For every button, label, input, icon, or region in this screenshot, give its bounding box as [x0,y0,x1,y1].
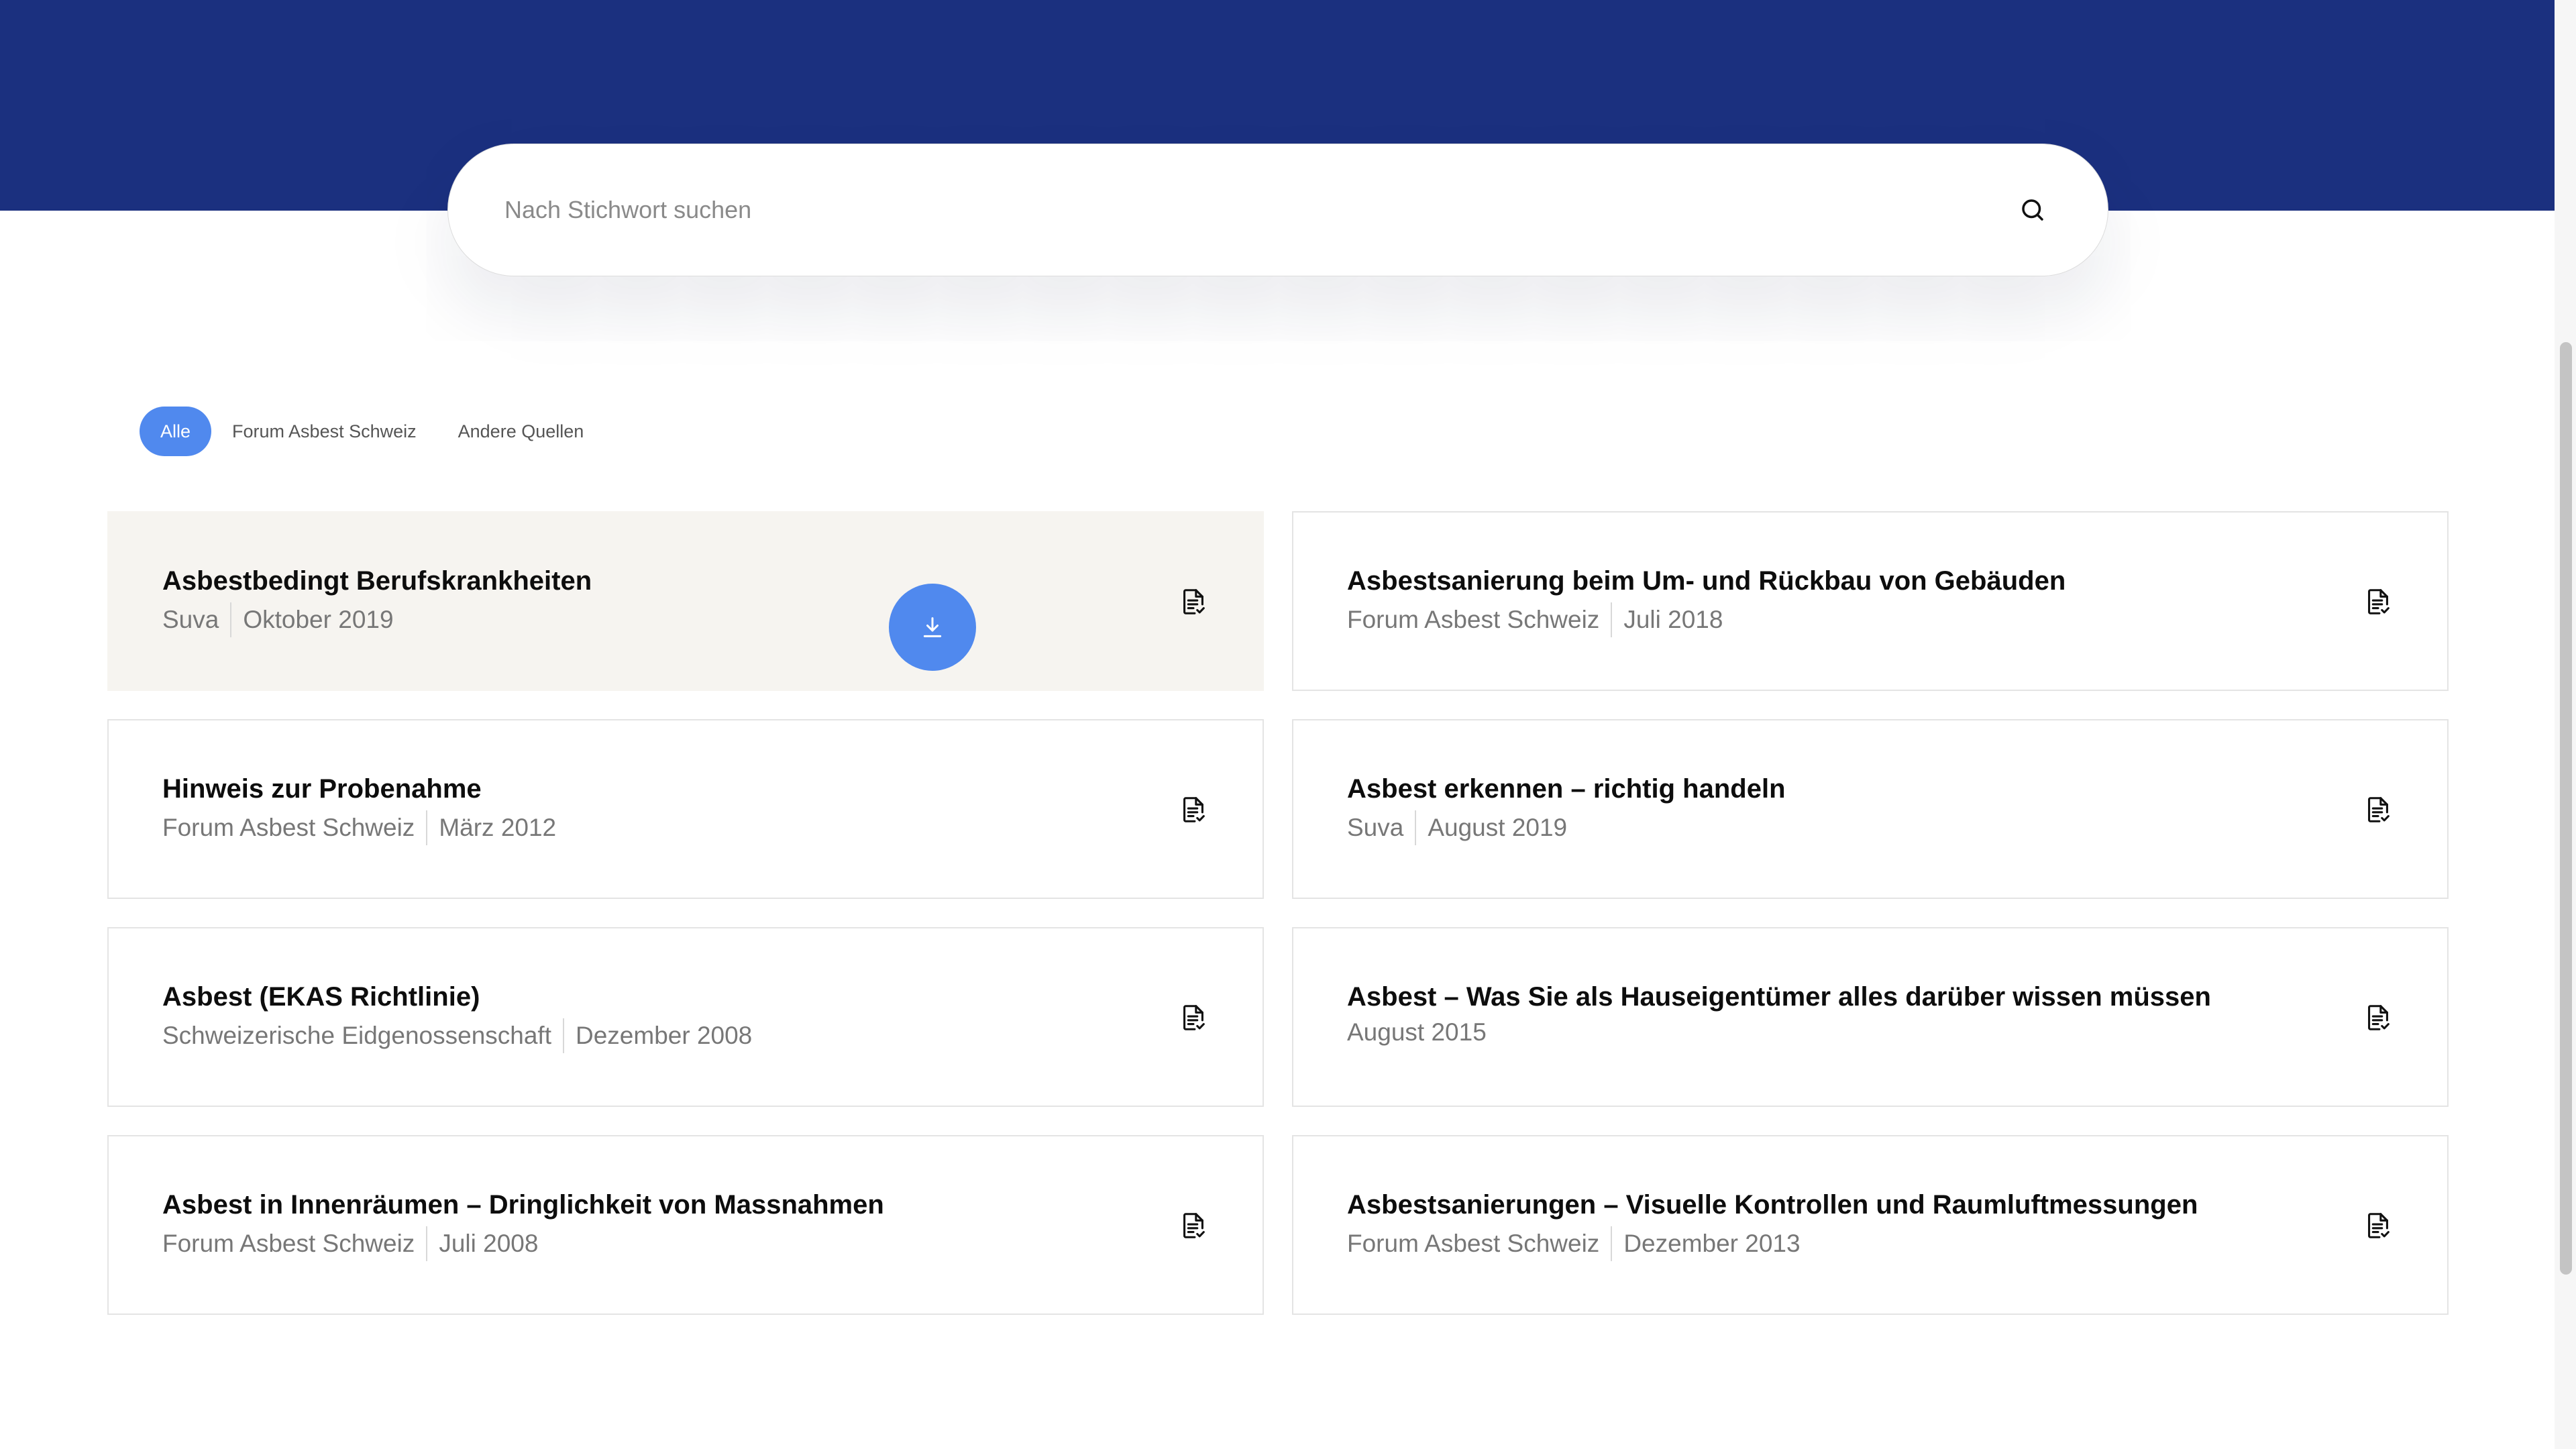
document-title: Asbest (EKAS Richtlinie) [162,982,480,1012]
document-title: Asbestsanierungen – Visuelle Kontrollen … [1347,1190,2198,1220]
document-date: Oktober 2019 [243,606,394,633]
document-date: August 2019 [1428,814,1568,841]
document-card[interactable]: Asbest – Was Sie als Hauseigentümer alle… [1292,927,2449,1107]
meta-divider [563,1018,564,1053]
document-meta: Schweizerische Eidgenossenschaft Dezembe… [162,1018,752,1053]
document-meta: Forum Asbest Schweiz Juli 2008 [162,1226,538,1261]
document-card[interactable]: Asbestsanierung beim Um- und Rückbau von… [1292,511,2449,691]
document-title: Hinweis zur Probenahme [162,774,482,804]
document-title: Asbest – Was Sie als Hauseigentümer alle… [1347,982,2211,1012]
document-meta: Suva Oktober 2019 [162,602,394,637]
document-card[interactable]: Asbestbedingt Berufskrankheiten Suva Okt… [107,511,1264,691]
document-date: Juli 2008 [439,1230,539,1257]
document-card[interactable]: Asbest in Innenräumen – Dringlichkeit vo… [107,1135,1264,1315]
filter-tabs: Alle Forum Asbest Schweiz Andere Quellen [140,407,604,456]
download-button[interactable] [889,584,976,671]
filter-forum-asbest-schweiz[interactable]: Forum Asbest Schweiz [211,407,437,456]
document-title: Asbest in Innenräumen – Dringlichkeit vo… [162,1190,884,1220]
scrollbar-track[interactable] [2555,0,2576,1449]
document-icon [2368,1213,2390,1238]
meta-divider [1611,602,1613,637]
document-icon [1183,797,1205,822]
document-meta: Forum Asbest Schweiz März 2012 [162,810,556,845]
document-title: Asbest erkennen – richtig handeln [1347,774,1786,804]
document-meta: Forum Asbest Schweiz Dezember 2013 [1347,1226,1801,1261]
search-bar [447,144,2108,276]
search-button[interactable] [2012,190,2053,230]
document-meta: Suva August 2019 [1347,810,1567,845]
document-title: Asbestsanierung beim Um- und Rückbau von… [1347,566,2066,596]
scrollbar-thumb[interactable] [2560,342,2572,1275]
document-source: Suva [162,606,219,633]
meta-divider [1611,1226,1613,1261]
document-icon [1183,1213,1205,1238]
document-card[interactable]: Asbestsanierungen – Visuelle Kontrollen … [1292,1135,2449,1315]
document-icon [2368,589,2390,614]
document-card[interactable]: Asbest (EKAS Richtlinie) Schweizerische … [107,927,1264,1107]
filter-andere-quellen[interactable]: Andere Quellen [437,407,605,456]
document-date: Dezember 2013 [1623,1230,1801,1257]
document-source: Forum Asbest Schweiz [1347,1230,1600,1257]
document-icon [1183,1005,1205,1030]
document-icon [2368,797,2390,822]
filter-all[interactable]: Alle [140,407,212,456]
document-source: Schweizerische Eidgenossenschaft [162,1022,551,1049]
search-icon [2022,199,2043,221]
document-source: Forum Asbest Schweiz [162,814,415,841]
meta-divider [230,602,232,637]
document-title: Asbestbedingt Berufskrankheiten [162,566,592,596]
meta-divider [1415,810,1417,845]
search-input[interactable] [503,195,2012,225]
document-date: März 2012 [439,814,557,841]
document-meta: Forum Asbest Schweiz Juli 2018 [1347,602,1723,637]
document-card[interactable]: Asbest erkennen – richtig handeln Suva A… [1292,719,2449,899]
download-icon [923,617,942,637]
document-meta: August 2015 [1347,1018,1487,1046]
document-date: August 2015 [1347,1018,1487,1046]
document-source: Suva [1347,814,1404,841]
document-icon [1183,589,1205,614]
document-date: Dezember 2008 [576,1022,753,1049]
document-source: Forum Asbest Schweiz [1347,606,1600,633]
document-card[interactable]: Hinweis zur Probenahme Forum Asbest Schw… [107,719,1264,899]
meta-divider [426,1226,428,1261]
meta-divider [426,810,428,845]
document-date: Juli 2018 [1623,606,1723,633]
document-source: Forum Asbest Schweiz [162,1230,415,1257]
document-icon [2368,1005,2390,1030]
